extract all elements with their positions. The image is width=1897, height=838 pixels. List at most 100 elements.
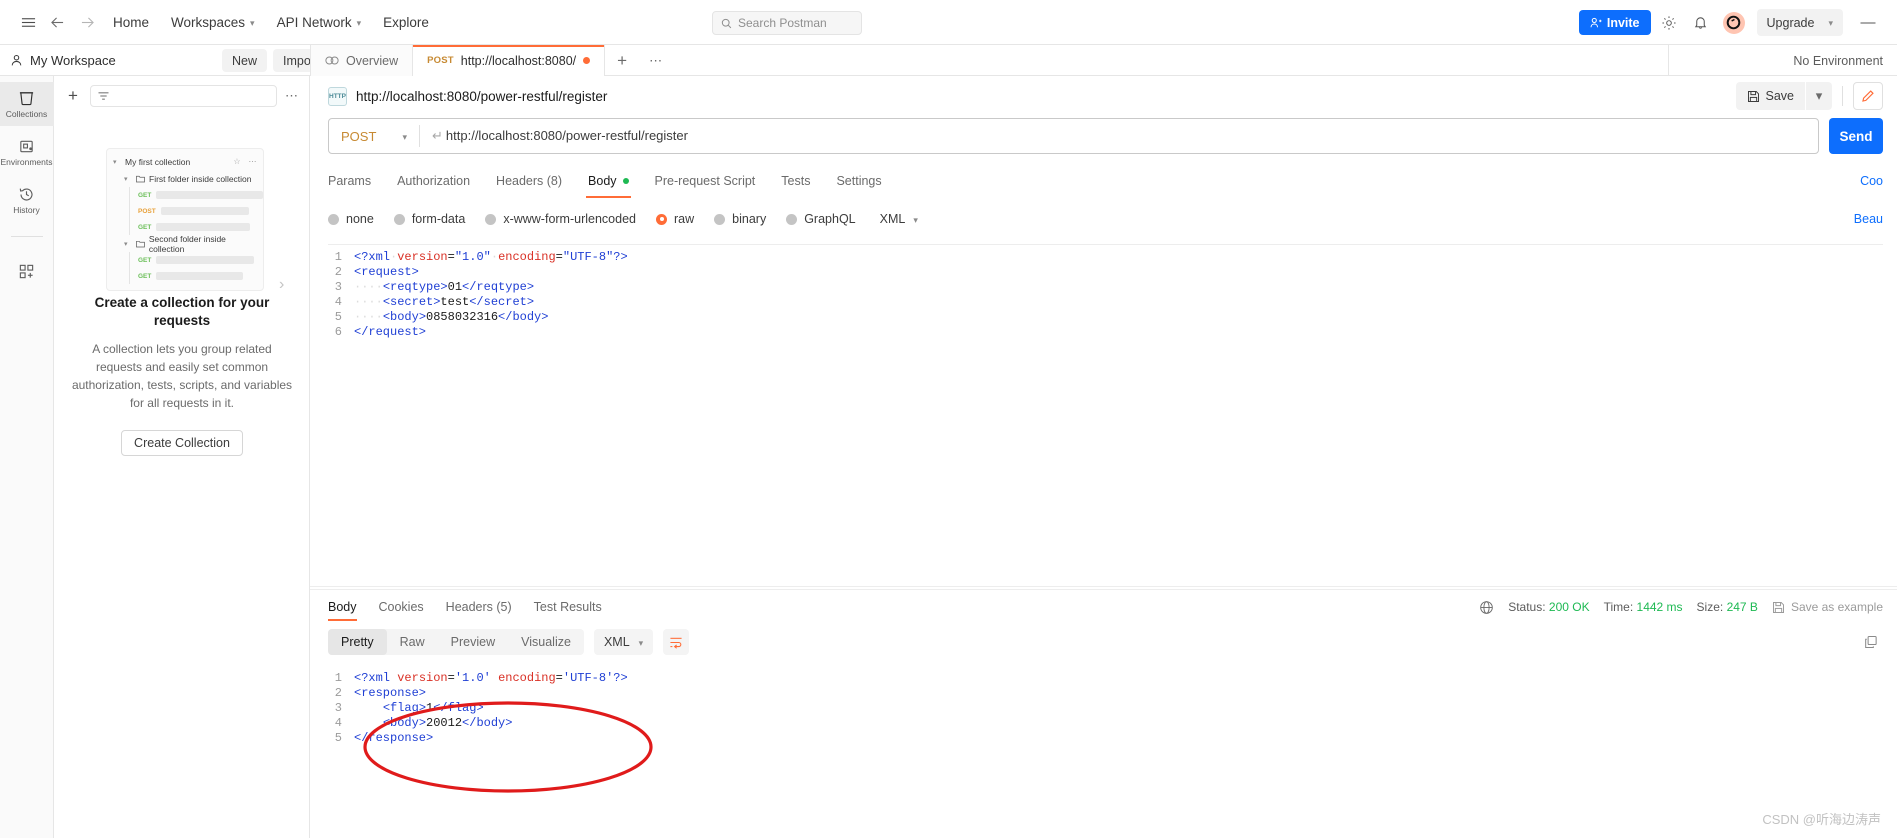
forward-icon[interactable]	[72, 8, 102, 36]
tab-authorization[interactable]: Authorization	[384, 168, 483, 194]
request-row[interactable]: GET	[107, 268, 263, 284]
collection-row[interactable]: ▾ My first collection ☆ ⋯	[107, 153, 263, 170]
save-as-example-button[interactable]: Save as example	[1772, 600, 1883, 614]
bell-icon[interactable]	[1687, 9, 1715, 37]
request-row[interactable]: GET	[107, 252, 263, 268]
send-button[interactable]: Send	[1829, 118, 1883, 154]
nav-link-explore[interactable]: Explore	[372, 8, 440, 36]
minimize-button[interactable]: —	[1853, 8, 1883, 38]
tab-headers[interactable]: Headers (8)	[483, 168, 575, 194]
view-mode-visualize[interactable]: Visualize	[508, 629, 584, 655]
collections-icon	[19, 91, 34, 105]
collection-preview-card: ▾ My first collection ☆ ⋯ ▾ First folder…	[106, 148, 264, 291]
response-body-viewer[interactable]: 1 <?xml version='1.0' encoding='UTF-8'?> 2…	[328, 666, 1897, 746]
postman-avatar-icon[interactable]	[1722, 11, 1745, 34]
create-collection-button[interactable]: Create Collection	[121, 430, 243, 456]
wrap-glyph: ↵	[432, 128, 443, 143]
copy-icon[interactable]	[1861, 632, 1881, 652]
response-tab-cookies[interactable]: Cookies	[368, 590, 435, 624]
nav-link-api-network[interactable]: API Network ▾	[266, 8, 373, 36]
chevron-down-icon: ▾	[638, 637, 644, 648]
response-format-selector[interactable]: XML ▾	[593, 629, 654, 655]
menu-icon[interactable]	[14, 8, 42, 36]
folder-row[interactable]: ▾ First folder inside collection	[107, 170, 263, 187]
response-code-lines[interactable]: 1 <?xml version='1.0' encoding='UTF-8'?> 2…	[328, 666, 1897, 746]
invite-button[interactable]: Invite	[1578, 10, 1651, 35]
tab-tests[interactable]: Tests	[768, 168, 823, 194]
body-type-urlencoded[interactable]: x-www-form-urlencoded	[485, 212, 636, 226]
filter-input[interactable]	[90, 85, 277, 107]
tab-more-icon[interactable]: ⋯	[639, 45, 673, 76]
view-mode-pretty[interactable]: Pretty	[328, 629, 387, 655]
cookies-link[interactable]: Coo	[1860, 174, 1883, 188]
more-horizontal-icon[interactable]: ⋯	[249, 157, 258, 166]
chevron-down-icon: ▾	[124, 175, 128, 183]
code-line: 5 </response>	[328, 731, 1897, 746]
rail-item-collections[interactable]: Collections	[0, 82, 54, 126]
request-row[interactable]: GET	[107, 187, 263, 203]
star-icon[interactable]: ☆	[233, 157, 240, 166]
method-selector[interactable]: POST ▾	[329, 119, 419, 153]
word-wrap-icon[interactable]	[663, 629, 690, 655]
workspace-selector[interactable]: My Workspace	[0, 53, 116, 68]
edit-button[interactable]	[1853, 82, 1883, 110]
body-type-label: raw	[674, 212, 695, 226]
rail-label: Collections	[5, 108, 48, 119]
request-body-editor[interactable]: 1 <?xml·version="1.0"·encoding="UTF-8"?> 2…	[328, 244, 1883, 340]
view-mode-preview[interactable]: Preview	[438, 629, 508, 655]
view-mode-raw[interactable]: Raw	[387, 629, 438, 655]
request-title[interactable]: http://localhost:8080/power-restful/regi…	[356, 89, 607, 104]
body-format-selector[interactable]: XML ▾	[880, 212, 918, 226]
environment-selector[interactable]: No Environment	[1793, 45, 1883, 76]
request-row[interactable]: POST	[107, 203, 263, 219]
tab-body[interactable]: Body	[575, 168, 642, 198]
rail-item-environments[interactable]: Environments	[0, 130, 54, 174]
rail-item-add-apps[interactable]	[0, 249, 54, 293]
tab-pre-request-script[interactable]: Pre-request Script	[642, 168, 769, 194]
folder-row[interactable]: ▾ Second folder inside collection	[107, 234, 263, 254]
save-options-chevron-down-icon[interactable]: ▾	[1806, 82, 1832, 110]
response-tab-test-results[interactable]: Test Results	[523, 590, 613, 624]
tab-params[interactable]: Params	[328, 168, 384, 194]
code-text: </request>	[354, 325, 427, 339]
nav-link-home[interactable]: Home	[102, 8, 160, 36]
sidebar-expand-chevron-icon[interactable]: ›	[279, 276, 284, 294]
body-type-graphql[interactable]: GraphQL	[786, 212, 856, 226]
back-icon[interactable]	[42, 8, 72, 36]
body-type-binary[interactable]: binary	[714, 212, 766, 226]
upgrade-label: Upgrade	[1766, 15, 1815, 30]
upgrade-button[interactable]: Upgrade ▾	[1756, 9, 1843, 36]
plus-icon[interactable]: +	[64, 86, 82, 106]
radio-icon	[786, 213, 798, 225]
tab-label: Tests	[781, 174, 811, 188]
beautify-link[interactable]: Beau	[1854, 212, 1883, 226]
save-button[interactable]: Save	[1735, 82, 1805, 110]
chevron-down-icon: ▾	[402, 131, 407, 142]
search-input[interactable]: Search Postman	[712, 11, 862, 35]
response-tab-headers[interactable]: Headers (5)	[435, 590, 523, 624]
code-text: </response>	[354, 731, 434, 745]
request-code-lines[interactable]: 1 <?xml·version="1.0"·encoding="UTF-8"?> 2…	[328, 245, 1883, 340]
line-number: 3	[334, 701, 342, 715]
request-row[interactable]: GET	[107, 219, 263, 235]
folder-icon	[136, 240, 145, 247]
line-number: 1	[334, 671, 342, 685]
new-tab-button[interactable]: +	[605, 45, 639, 76]
tab-strip: Overview POST http://localhost:8080/ + ⋯	[311, 45, 673, 76]
search-placeholder: Search Postman	[738, 16, 827, 30]
new-button[interactable]: New	[222, 49, 268, 72]
nav-link-workspaces[interactable]: Workspaces ▾	[160, 8, 266, 36]
body-type-raw[interactable]: raw	[656, 212, 694, 226]
rail-item-history[interactable]: History	[0, 178, 54, 222]
body-type-form-data[interactable]: form-data	[393, 212, 465, 226]
gear-icon[interactable]	[1655, 9, 1683, 37]
tab-request[interactable]: POST http://localhost:8080/	[413, 45, 606, 76]
url-bar: POST ▾ ↵ http://localhost:8080/power-rest…	[328, 118, 1819, 154]
body-type-none[interactable]: none	[328, 212, 374, 226]
tab-settings[interactable]: Settings	[823, 168, 894, 194]
url-input[interactable]: ↵ http://localhost:8080/power-restful/reg…	[420, 128, 1818, 144]
response-tab-body[interactable]: Body	[328, 590, 368, 624]
sidebar-more-icon[interactable]: ⋯	[285, 88, 299, 104]
tab-overview[interactable]: Overview	[311, 45, 414, 76]
line-number: 5	[334, 310, 342, 324]
